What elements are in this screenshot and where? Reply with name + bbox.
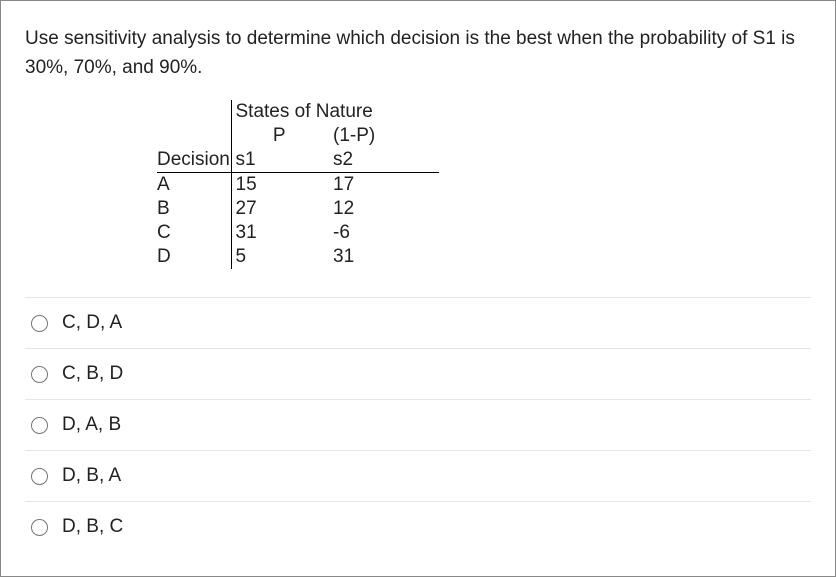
option-row[interactable]: C, B, D xyxy=(25,348,811,399)
table-row: A 15 17 xyxy=(157,173,439,198)
option-row[interactable]: D, A, B xyxy=(25,399,811,450)
option-radio[interactable] xyxy=(31,468,48,485)
question-text: Use sensitivity analysis to determine wh… xyxy=(25,25,811,82)
option-radio[interactable] xyxy=(31,417,48,434)
s2-cell: 12 xyxy=(323,197,397,221)
decision-cell: B xyxy=(157,197,231,221)
one-minus-p-label: (1-P) xyxy=(323,124,397,148)
s2-cell: 17 xyxy=(323,173,397,198)
s2-header: s2 xyxy=(323,148,397,173)
s2-cell: 31 xyxy=(323,245,397,269)
option-label[interactable]: D, B, A xyxy=(62,465,121,487)
s1-cell: 15 xyxy=(231,173,323,198)
table-row: B 27 12 xyxy=(157,197,439,221)
option-radio[interactable] xyxy=(31,366,48,383)
payoff-table: States of Nature P (1-P) Decision s1 s2 … xyxy=(157,100,811,269)
option-label[interactable]: C, D, A xyxy=(62,312,122,334)
option-label[interactable]: C, B, D xyxy=(62,363,123,385)
s1-cell: 5 xyxy=(231,245,323,269)
table-row: C 31 -6 xyxy=(157,221,439,245)
decision-cell: A xyxy=(157,173,231,198)
option-radio[interactable] xyxy=(31,315,48,332)
decision-cell: C xyxy=(157,221,231,245)
s2-cell: -6 xyxy=(323,221,397,245)
decision-header: Decision xyxy=(157,148,231,173)
option-radio[interactable] xyxy=(31,519,48,536)
table-row: D 5 31 xyxy=(157,245,439,269)
s1-cell: 31 xyxy=(231,221,323,245)
s1-cell: 27 xyxy=(231,197,323,221)
states-of-nature-header: States of Nature xyxy=(231,100,397,124)
option-row[interactable]: D, B, C xyxy=(25,501,811,552)
answer-options: C, D, A C, B, D D, A, B D, B, A D, B, C xyxy=(25,297,811,552)
option-row[interactable]: C, D, A xyxy=(25,297,811,348)
p-label: P xyxy=(231,124,323,148)
option-row[interactable]: D, B, A xyxy=(25,450,811,501)
question-card: Use sensitivity analysis to determine wh… xyxy=(0,0,836,577)
option-label[interactable]: D, B, C xyxy=(62,516,123,538)
decision-cell: D xyxy=(157,245,231,269)
s1-header: s1 xyxy=(231,148,323,173)
option-label[interactable]: D, A, B xyxy=(62,414,121,436)
